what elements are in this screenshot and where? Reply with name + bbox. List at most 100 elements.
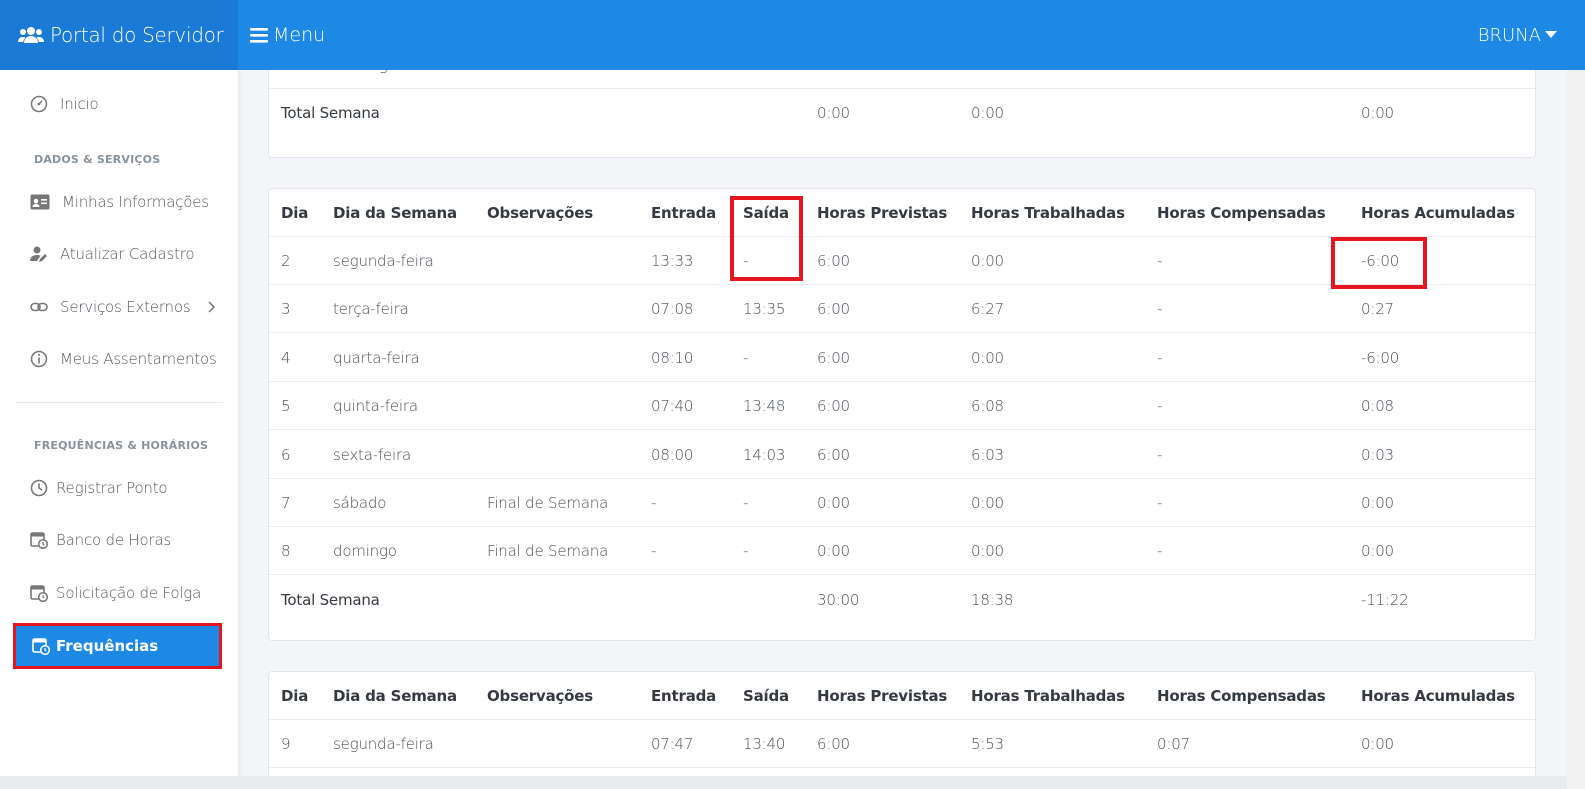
col-horas-acumuladas: Horas Acumuladas [1361, 687, 1515, 705]
cell-acumuladas: 0:03 [1361, 445, 1394, 464]
col-horas-trabalhadas: Horas Trabalhadas [971, 687, 1125, 705]
cell-entrada: 07:08 [651, 300, 694, 319]
total-row: Total Semana 30:00 18:38 -11:22 [269, 576, 1535, 624]
col-observacoes: Observações [487, 687, 593, 705]
col-saida: Saída [743, 687, 789, 705]
cell-entrada: 08:00 [651, 445, 694, 464]
sidebar-item-solicitacao-de-folga[interactable]: Solicitação de Folga [30, 584, 201, 602]
sidebar-item-banco-de-horas[interactable]: Banco de Horas [30, 531, 171, 549]
scrollbar[interactable] [1567, 70, 1585, 789]
sidebar-item-frequencias[interactable]: Frequências [13, 623, 222, 669]
cell-saida: 13:35 [743, 300, 786, 319]
total-acumuladas: -11:22 [1361, 591, 1409, 609]
cell-trabalhadas: 5:53 [971, 735, 1004, 753]
total-acumuladas: 0:00 [1361, 104, 1394, 122]
week-table-1: 1 domingo Final de Semana 0:00 0:00 0:00… [268, 70, 1536, 158]
col-observacoes: Observações [487, 204, 593, 222]
cell-previstas: 6:00 [817, 300, 850, 319]
sidebar-item-meus-assentamentos[interactable]: Meus Assentamentos [30, 350, 217, 368]
col-dia-semana: Dia da Semana [333, 204, 457, 222]
table-row: 4 quarta-feira 08:10-6:00 0:00- -6:00 [269, 334, 1535, 382]
total-previstas: 0:00 [817, 104, 850, 122]
sidebar-item-atualizar-cadastro[interactable]: Atualizar Cadastro [30, 245, 195, 263]
sidebar-item-label: Atualizar Cadastro [60, 245, 195, 263]
top-navbar: Portal do Servidor Menu BRUNA [0, 0, 1585, 70]
cell-compensadas: - [1157, 445, 1163, 464]
table-row: 6 sexta-feira 08:00 14:03 6:00 6:03 - 0:03 [269, 431, 1535, 479]
table-header: Dia Dia da Semana Observações Entrada Sa… [269, 189, 1535, 237]
sidebar-item-minhas-informacoes[interactable]: Minhas Informações [30, 193, 209, 211]
cell-previstas: 0:00 [817, 494, 850, 512]
brand[interactable]: Portal do Servidor [0, 0, 238, 70]
col-horas-previstas: Horas Previstas [817, 204, 948, 222]
cell-compensadas: - [1157, 300, 1163, 319]
cell-trabalhadas: 6:03 [971, 445, 1004, 464]
sidebar-item-label: Banco de Horas [56, 531, 172, 549]
cell-trabalhadas: 6:27 [971, 300, 1004, 319]
cell-entrada: 07:47 [651, 735, 694, 753]
cell-acumuladas: 0:00 [1361, 542, 1394, 561]
total-label: Total Semana [281, 104, 380, 122]
total-trabalhadas: 0:00 [971, 104, 1004, 122]
caret-down-icon [1545, 31, 1557, 38]
cell-compensadas: - [1157, 348, 1163, 367]
calendar-clock-icon [30, 585, 48, 602]
sidebar-item-label: Meus Assentamentos [60, 350, 217, 368]
cell-saida: - [743, 252, 749, 270]
user-menu[interactable]: BRUNA [1478, 0, 1557, 70]
hamburger-icon [250, 27, 268, 43]
cell-compensadas: 0:07 [1157, 735, 1190, 753]
calendar-clock-icon [32, 638, 50, 655]
cell-trabalhadas: 6:08 [971, 397, 1004, 416]
id-card-icon [30, 194, 50, 210]
cell-saida: 13:40 [743, 735, 786, 753]
cell-compensadas: - [1157, 252, 1163, 270]
link-icon [30, 302, 48, 312]
bottom-edge [0, 776, 1567, 789]
table-row: 8 domingo Final de Semana - - 0:00 0:00 - 0:00 [269, 527, 1535, 576]
user-edit-icon [30, 246, 47, 262]
sidebar: Inicio DADOS & SERVIÇOS Minhas Informaçõ… [0, 70, 238, 789]
cell-saida: 14:03 [743, 445, 786, 464]
col-dia: Dia [281, 687, 309, 705]
cell-compensadas: - [1157, 542, 1163, 561]
col-horas-compensadas: Horas Compensadas [1157, 687, 1326, 705]
table-row: 9 segunda-feira 07:47 13:40 6:00 5:53 0:07 0:00 [269, 720, 1535, 768]
main-content: 1 domingo Final de Semana 0:00 0:00 0:00… [238, 70, 1585, 789]
user-name: BRUNA [1477, 24, 1541, 46]
cell-dia: 7 [281, 494, 291, 512]
cell-previstas: 6:00 [817, 735, 850, 753]
table-row: 7 sábado Final de Semana - - 0:00 0:00 - 0:00 [269, 479, 1535, 527]
cell-acumuladas: 0:00 [1361, 70, 1394, 89]
cell-dia-semana: quinta-feira [333, 397, 418, 416]
sidebar-item-servicos-externos[interactable]: Serviços Externos [30, 298, 216, 316]
menu-button[interactable]: Menu [250, 0, 325, 70]
col-horas-acumuladas: Horas Acumuladas [1361, 204, 1515, 222]
cell-previstas: 6:00 [817, 397, 850, 416]
cell-previstas: 0:00 [817, 70, 850, 89]
cell-acumuladas: -6:00 [1361, 348, 1400, 367]
info-icon [30, 350, 48, 368]
sidebar-item-label: Inicio [60, 95, 99, 113]
cell-trabalhadas: 0:00 [971, 542, 1004, 561]
cell-dia-semana: domingo [333, 70, 397, 89]
cell-compensadas: - [1157, 494, 1163, 512]
cell-observacoes: Final de Semana [487, 494, 609, 512]
cell-entrada: 08:10 [651, 348, 694, 367]
sidebar-item-inicio[interactable]: Inicio [30, 95, 99, 113]
cell-entrada: 13:33 [651, 252, 694, 270]
sidebar-item-label: Registrar Ponto [56, 479, 168, 497]
cell-saida: 13:48 [743, 397, 786, 416]
cell-trabalhadas: 0:00 [971, 70, 1004, 89]
cell-acumuladas: 0:00 [1361, 735, 1394, 753]
table-row: 3 terça-feira 07:08 13:35 6:00 6:27 - 0:27 [269, 285, 1535, 334]
cell-entrada: - [651, 494, 657, 512]
table-row: 1 domingo Final de Semana 0:00 0:00 0:00 [269, 70, 1535, 89]
cell-saida: - [743, 348, 749, 367]
section-heading-dados: DADOS & SERVIÇOS [34, 153, 161, 166]
sidebar-item-registrar-ponto[interactable]: Registrar Ponto [30, 479, 168, 497]
col-entrada: Entrada [651, 687, 717, 705]
sidebar-item-label: Frequências [56, 637, 159, 655]
cell-dia: 2 [281, 252, 291, 270]
cell-observacoes: Final de Semana [487, 70, 608, 89]
